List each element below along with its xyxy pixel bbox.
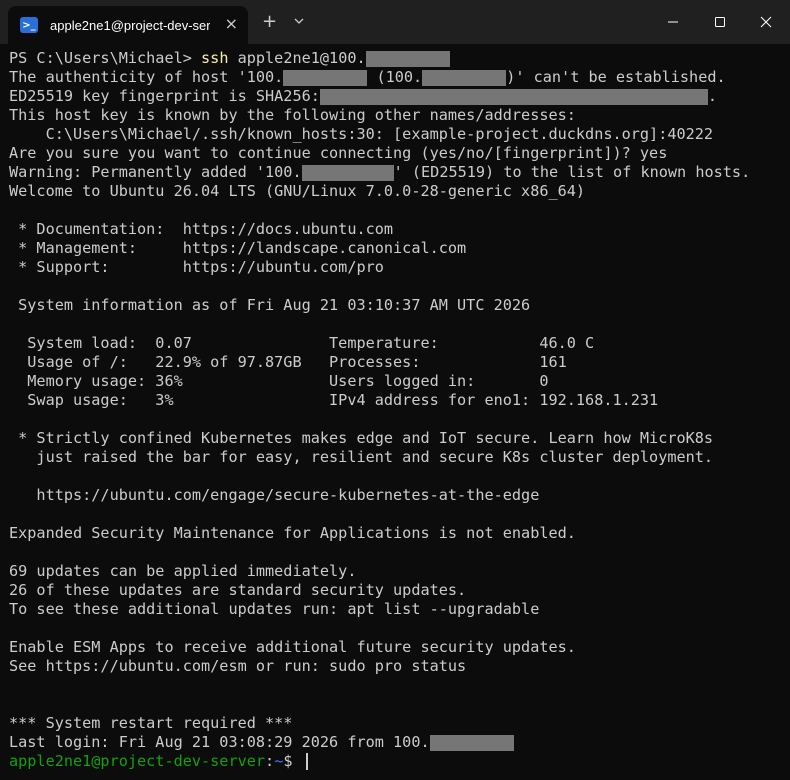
terminal-line: Swap usage: 3% IPv4 address for eno1: 19… [9,391,659,409]
terminal-line: C:\Users\Michael/.ssh/known_hosts:30: [e… [9,125,714,143]
redacted-block [429,734,514,751]
text: Warning: Permanently added '100. [9,163,302,181]
text: Last login: Fri Aug 21 03:08:29 2026 fro… [9,733,430,751]
fingerprint-line: ED25519 key fingerprint is SHA256:. [9,87,717,106]
terminal-line: * Management: https://landscape.canonica… [9,239,467,257]
minimize-button[interactable] [661,10,685,34]
redacted-block [319,88,708,105]
terminal-line: Expanded Security Maintenance for Applic… [9,524,576,542]
terminal-line: System information as of Fri Aug 21 03:1… [9,296,531,314]
terminal-line: Welcome to Ubuntu 26.04 LTS (GNU/Linux 7… [9,182,586,200]
ssh-argument: apple2ne1@100. [228,49,366,67]
redacted-block [301,164,394,181]
redacted-block [283,69,368,86]
maximize-icon [715,17,725,27]
terminal-line: Enable ESM Apps to receive additional fu… [9,638,576,656]
terminal-line: Usage of /: 22.9% of 97.87GB Processes: … [9,353,567,371]
terminal-output[interactable]: PS C:\Users\Michael> ssh apple2ne1@100. … [0,44,790,780]
warning-line: Warning: Permanently added '100. ' (ED255… [9,163,750,182]
text: The authenticity of host '100. [9,68,284,86]
tab-close-button[interactable]: × [225,15,238,33]
ssh-command-line: PS C:\Users\Michael> ssh apple2ne1@100. [9,49,450,68]
last-login-line: Last login: Fri Aug 21 03:08:29 2026 fro… [9,733,514,752]
powershell-prompt: PS C:\Users\Michael> [9,49,202,67]
new-tab-button[interactable]: + [262,12,277,32]
close-button[interactable] [754,10,778,34]
text: (100. [367,68,423,86]
redacted-block [365,50,450,67]
terminal-line: System load: 0.07 Temperature: 46.0 C [9,334,595,352]
terminal-line: *** System restart required *** [9,714,293,732]
minimize-icon [668,21,678,23]
terminal-line: 69 updates can be applied immediately. [9,562,357,580]
close-icon [760,16,772,28]
host-authenticity-line: The authenticity of host '100. (100. )' c… [9,68,726,87]
terminal-line: just raised the bar for easy, resilient … [9,448,714,466]
maximize-button[interactable] [708,10,732,34]
redacted-block [422,69,507,86]
terminal-line: * Support: https://ubuntu.com/pro [9,258,384,276]
text: ' (ED25519) to the list of known hosts. [393,163,751,181]
text: . [707,87,718,105]
terminal-line: * Strictly confined Kubernetes makes edg… [9,429,714,447]
shell-prompt-line[interactable]: apple2ne1@project-dev-server:~$ [9,752,308,771]
prompt-user-host: apple2ne1@project-dev-server [9,752,266,770]
tab-title: apple2ne1@project-dev-serve [50,17,210,33]
prompt-path: ~ [274,752,284,770]
terminal-line: See https://ubuntu.com/esm or run: sudo … [9,657,467,675]
chevron-down-icon[interactable] [292,14,306,28]
text: )' can't be established. [506,68,726,86]
terminal-line: Memory usage: 36% Users logged in: 0 [9,372,549,390]
title-bar: >_ apple2ne1@project-dev-serve × + [0,0,790,44]
terminal-line: https://ubuntu.com/engage/secure-kuberne… [9,486,540,504]
terminal-line: Are you sure you want to continue connec… [9,144,668,162]
tab-terminal[interactable]: >_ apple2ne1@project-dev-serve × [8,6,248,44]
terminal-line: To see these additional updates run: apt… [9,600,540,618]
terminal-line: * Documentation: https://docs.ubuntu.com [9,220,394,238]
terminal-line: 26 of these updates are standard securit… [9,581,467,599]
terminal-line: This host key is known by the following … [9,106,576,124]
text: ED25519 key fingerprint is SHA256: [9,87,320,105]
text-cursor [305,753,308,770]
ssh-command: ssh [201,49,229,67]
text: $ [283,752,302,770]
powershell-icon: >_ [20,17,38,33]
text: : [265,752,275,770]
